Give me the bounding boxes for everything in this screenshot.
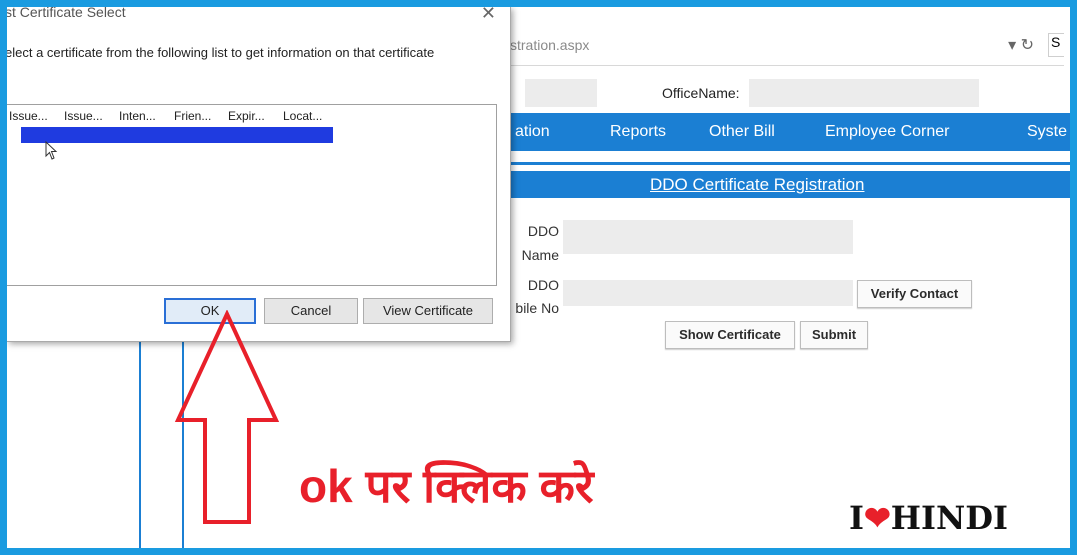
verify-contact-button[interactable]: Verify Contact [857,280,972,308]
ddo-name-field[interactable] [563,220,853,254]
i-love-hindi-logo: I❤HINDI [849,499,1008,537]
close-icon[interactable]: ✕ [481,7,496,24]
dialog-instruction: elect a certificate from the following l… [7,45,435,60]
column-header-intended[interactable]: Inten... [119,109,156,123]
column-header-friendly[interactable]: Frien... [174,109,211,123]
nav-item-employee-corner[interactable]: Employee Corner [825,123,950,141]
nav-divider [507,162,1070,165]
ddo-name-label-line2: Name [521,247,559,263]
instruction-annotation: ok पर क्लिक करे [299,460,594,512]
redacted-field [525,79,597,107]
screenshot-frame: stration.aspx ▾ ↻ S OfficeName: ation Re… [7,7,1070,548]
refresh-icon[interactable]: ▾ ↻ [1008,35,1034,55]
submit-button[interactable]: Submit [800,321,868,349]
address-bar[interactable]: stration.aspx ▾ ↻ S [504,27,1064,66]
column-header-issued-to[interactable]: Issue... [9,109,48,123]
nav-item-system[interactable]: Syste [1027,123,1067,141]
certificate-row-selected[interactable] [21,127,333,143]
office-bar: OfficeName: [507,79,1070,109]
main-nav: ation Reports Other Bill Employee Corner… [507,113,1070,151]
section-title-link[interactable]: DDO Certificate Registration [650,175,864,195]
ddo-name-label-line1: DDO [527,223,559,239]
heart-icon: ❤ [863,499,891,537]
column-header-expiration[interactable]: Expir... [228,109,265,123]
certificate-list[interactable]: Issue... Issue... Inten... Frien... Expi… [7,104,497,286]
section-header: DDO Certificate Registration [507,171,1070,198]
column-header-location[interactable]: Locat... [283,109,322,123]
new-tab-icon[interactable]: S [1048,33,1064,57]
page-frame-line-left [139,337,141,548]
up-arrow-annotation-icon [174,310,280,524]
logo-word-hindi: HINDI [890,499,1008,537]
show-certificate-button[interactable]: Show Certificate [665,321,795,349]
view-certificate-button[interactable]: View Certificate [363,298,493,324]
office-name-value [749,79,979,107]
nav-item-other-bill[interactable]: Other Bill [709,123,775,141]
url-text: stration.aspx [510,37,590,53]
mouse-cursor-icon [45,141,58,160]
certificate-select-dialog: st Certificate Select ✕ elect a certific… [7,7,511,342]
dialog-title: st Certificate Select [7,7,126,20]
ddo-mobile-label-line1: DDO [527,277,559,293]
logo-letter-i: I [849,499,864,537]
office-name-label: OfficeName: [662,85,740,101]
column-header-issued-by[interactable]: Issue... [64,109,103,123]
nav-item-reports[interactable]: Reports [610,123,666,141]
nav-item-registration[interactable]: ation [515,123,550,141]
ddo-mobile-field[interactable] [563,280,853,306]
